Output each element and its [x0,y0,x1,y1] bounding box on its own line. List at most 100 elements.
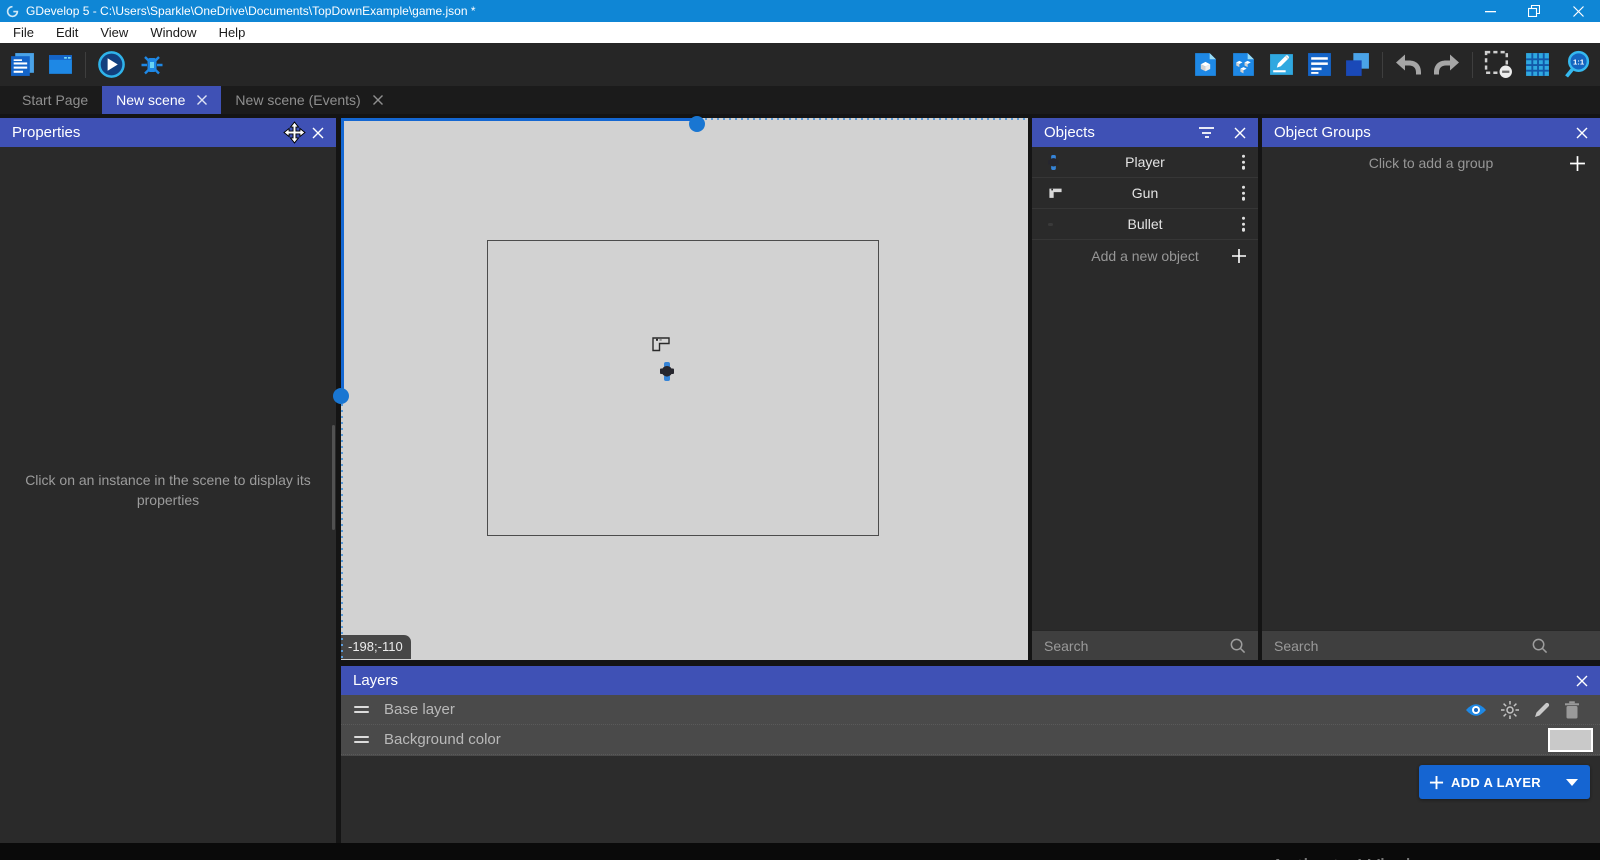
delete-trash-icon[interactable] [1564,701,1580,719]
gdevelop-window: GDevelop 5 - C:\Users\Sparkle\OneDrive\D… [0,0,1600,860]
top-splitter-dotted[interactable] [705,118,1028,120]
layers-icon[interactable] [1344,51,1371,78]
tab-start-page[interactable]: Start Page [8,86,102,114]
add-a-layer-button[interactable]: ADD A LAYER [1419,765,1590,799]
layer-row-base[interactable]: Base layer [341,695,1600,725]
game-window-bounds [487,240,879,536]
play-preview-icon[interactable] [97,50,126,79]
titlebar: GDevelop 5 - C:\Users\Sparkle\OneDrive\D… [0,0,1600,22]
tab-label: New scene (Events) [235,92,360,108]
layers-panel: Layers Base layer [341,666,1600,843]
layers-panel-title: Layers [353,672,398,689]
object-name: Bullet [1032,216,1258,232]
grid-icon[interactable] [1524,51,1551,78]
tab-bar: Start Page New scene New scene (Events) [0,86,1600,114]
add-group-row[interactable]: Click to add a group [1262,147,1600,179]
layer-name: Background color [384,731,501,748]
objects-panel-title: Objects [1044,124,1095,141]
properties-icon[interactable] [1268,51,1295,78]
layer-row-background-color[interactable]: Background color [341,725,1600,755]
object-groups-panel: Object Groups Click to add a group [1262,118,1600,660]
filter-icon[interactable] [1199,127,1214,138]
search-icon [1229,637,1246,654]
objects-search-row [1032,630,1258,660]
edit-pencil-icon[interactable] [1533,701,1551,719]
toolbar-separator [85,52,86,78]
tab-new-scene-events[interactable]: New scene (Events) [221,86,396,114]
drag-handle-icon[interactable] [352,704,371,716]
background-color-swatch[interactable] [1548,728,1593,752]
minimize-button[interactable] [1468,0,1512,22]
object-name: Gun [1032,185,1258,201]
deselect-icon[interactable] [1484,50,1513,79]
zoom-original-icon[interactable]: 1:1 [1562,50,1591,79]
close-tab-icon[interactable] [373,95,383,105]
toolbar: 1:1 [0,43,1600,86]
window-title: GDevelop 5 - C:\Users\Sparkle\OneDrive\D… [26,4,476,18]
objects-panel: Objects Player Gun [1032,118,1258,660]
instances-list-icon[interactable] [1306,51,1333,78]
menu-help[interactable]: Help [208,22,257,43]
menu-bar: File Edit View Window Help [0,22,1600,43]
properties-empty-message: Click on an instance in the scene to dis… [22,470,314,510]
toolbar-separator [1382,52,1383,78]
menu-view[interactable]: View [89,22,139,43]
gun-sprite-icon [1048,187,1063,200]
tab-label: New scene [116,92,185,108]
add-group-plus-icon[interactable] [1569,155,1586,172]
properties-panel-title: Properties [12,124,80,141]
close-object-groups-icon[interactable] [1576,127,1588,139]
toolbar-separator [1472,52,1473,78]
top-splitter-handle[interactable] [689,116,705,132]
scene-canvas[interactable]: -198;-110 [341,118,1028,660]
left-splitter[interactable] [341,118,344,390]
top-splitter[interactable] [341,118,697,121]
groups-search-row [1262,630,1600,660]
layer-name: Base layer [384,701,455,718]
close-objects-icon[interactable] [1234,127,1246,139]
scene-window-icon[interactable] [47,51,74,78]
object-row-player[interactable]: Player [1032,147,1258,178]
groups-search-input[interactable] [1274,638,1531,654]
add-new-object-row[interactable]: Add a new object [1032,240,1258,271]
activate-windows-watermark: Activate Windows [1270,854,1452,860]
layers-panel-footer: Activate Windows Go to Settings to activ… [341,756,1600,843]
visibility-eye-icon[interactable] [1465,702,1487,718]
object-name: Player [1032,154,1258,170]
add-group-label: Click to add a group [1262,155,1600,171]
close-window-button[interactable] [1556,0,1600,22]
object-groups-panel-header: Object Groups [1262,118,1600,147]
objects-icon[interactable] [1192,51,1219,78]
chevron-down-icon[interactable] [1566,779,1578,786]
effects-icon[interactable] [1500,700,1520,720]
close-tab-icon[interactable] [197,95,207,105]
left-splitter-handle[interactable] [333,388,349,404]
gun-instance[interactable] [652,337,670,357]
properties-scrollbar[interactable] [332,425,335,530]
object-row-gun[interactable]: Gun [1032,178,1258,209]
restore-button[interactable] [1512,0,1556,22]
object-menu-icon[interactable] [1239,183,1248,204]
close-layers-icon[interactable] [1576,675,1588,687]
add-object-plus-icon[interactable] [1231,248,1247,264]
tab-label: Start Page [22,92,88,108]
drag-handle-icon[interactable] [352,734,371,746]
left-splitter-dotted[interactable] [341,404,343,660]
menu-file[interactable]: File [2,22,45,43]
undo-icon[interactable] [1394,52,1422,77]
menu-window[interactable]: Window [139,22,207,43]
object-groups-icon[interactable] [1230,51,1257,78]
tab-new-scene[interactable]: New scene [102,86,221,114]
objects-search-input[interactable] [1044,638,1229,654]
player-instance[interactable] [660,362,674,386]
redo-icon[interactable] [1433,52,1461,77]
debug-icon[interactable] [137,50,167,80]
project-manager-icon[interactable] [9,51,36,78]
object-row-bullet[interactable]: Bullet [1032,209,1258,240]
move-cursor-icon [283,121,306,148]
menu-edit[interactable]: Edit [45,22,89,43]
gdevelop-logo-icon [6,5,19,18]
object-menu-icon[interactable] [1239,152,1248,173]
object-menu-icon[interactable] [1239,214,1248,235]
close-properties-icon[interactable] [312,127,324,139]
